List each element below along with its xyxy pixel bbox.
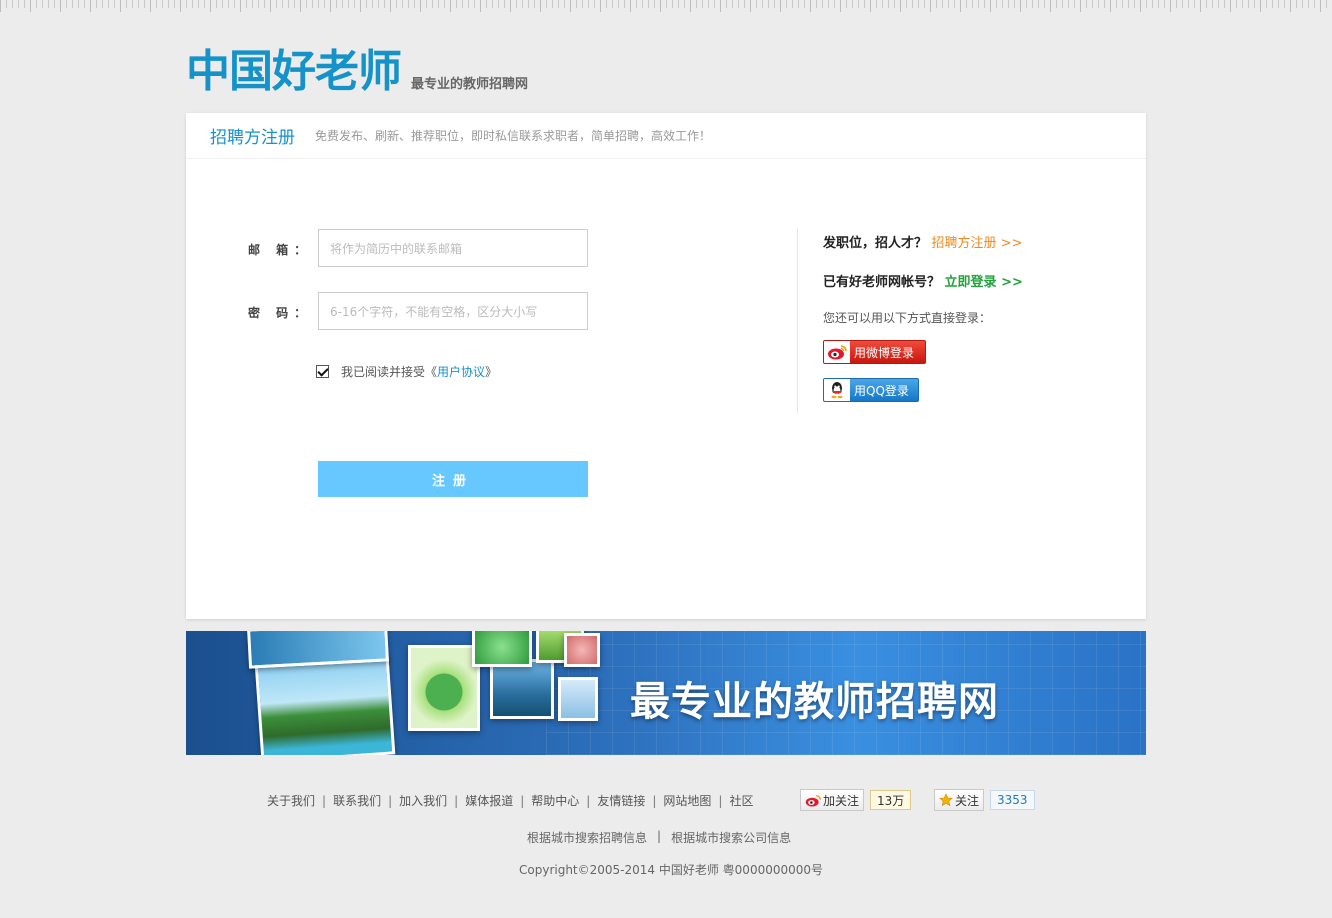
footer-separator: | [652, 793, 657, 808]
weibo-login-label: 用微博登录 [854, 345, 915, 360]
page-subtitle: 免费发布、刷新、推荐职位，即时私信联系求职者，简单招聘，高效工作！ [315, 129, 712, 143]
site-logo[interactable]: 中国好老师 最专业的教师招聘网 [186, 46, 528, 98]
qq-login-label: 用QQ登录 [854, 383, 909, 398]
weibo-follow-icon [805, 794, 821, 806]
employer-register-link[interactable]: 招聘方注册 >> [932, 236, 1023, 251]
banner-photo-lake [490, 659, 554, 719]
footer-separator: | [657, 829, 662, 843]
weibo-follow-count: 13万 [870, 790, 912, 810]
qq-login-button[interactable]: 用QQ登录 [823, 378, 919, 402]
star-icon [939, 793, 953, 807]
has-account-line: 已有好老师网帐号？ 立即登录 >> [823, 271, 1023, 290]
search-jobs-by-city-link[interactable]: 根据城市搜索招聘信息 [527, 829, 647, 846]
top-ruler [0, 0, 1332, 12]
qq-icon [824, 379, 850, 401]
footer-separator: | [586, 793, 591, 808]
banner-photo-earth [408, 645, 480, 731]
footer-link-about[interactable]: 关于我们 [267, 792, 315, 809]
footer-link-friends[interactable]: 友情链接 [597, 792, 645, 809]
footer-link-community[interactable]: 社区 [729, 792, 753, 809]
qq-follow-count: 3353 [990, 790, 1035, 810]
user-agreement-link[interactable]: 用户协议 [437, 363, 485, 380]
footer-separator: | [322, 793, 327, 808]
agree-close: 》 [485, 365, 498, 379]
agree-text: 我已阅读并接受《 [341, 365, 438, 379]
footer-link-sitemap[interactable]: 网站地图 [663, 792, 711, 809]
password-label: 密 码： [248, 306, 313, 320]
banner-photo-sky [558, 677, 598, 721]
post-job-text: 发职位，招人才？ [823, 236, 928, 251]
weibo-login-button[interactable]: 用微博登录 [823, 340, 926, 364]
weibo-follow-label: 加关注 [823, 793, 860, 808]
logo-text[interactable]: 中国好老师 [186, 46, 402, 98]
footer-separator: | [718, 793, 723, 808]
footer-links: 关于我们 | 联系我们 | 加入我们 | 媒体报道 | 帮助中心 | 友情链接 | 网站地图… [267, 792, 753, 809]
weibo-follow-widget: 加关注 13万 [800, 789, 912, 811]
banner-photo-flower [564, 633, 600, 667]
footer-link-contact[interactable]: 联系我们 [333, 792, 381, 809]
footer-separator: | [388, 793, 393, 808]
register-button[interactable]: 注册 [318, 461, 588, 497]
page-title: 招聘方注册 [210, 128, 295, 148]
agree-checkbox[interactable] [316, 365, 329, 378]
email-field[interactable]: 将作为简历中的联系邮箱 [318, 229, 588, 267]
footer-separator: | [454, 793, 459, 808]
email-placeholder: 将作为简历中的联系邮箱 [330, 241, 463, 256]
banner-title: 最专业的教师招聘网 [630, 679, 999, 725]
footer-search-links: 根据城市搜索招聘信息 | 根据城市搜索公司信息 [527, 829, 791, 846]
footer-link-help[interactable]: 帮助中心 [531, 792, 579, 809]
login-now-link[interactable]: 立即登录 >> [945, 275, 1023, 290]
qq-follow-widget: 关注 3353 [934, 789, 1035, 811]
has-account-text: 已有好老师网帐号？ [823, 275, 941, 290]
card-header: 招聘方注册 免费发布、刷新、推荐职位，即时私信联系求职者，简单招聘，高效工作！ [186, 113, 1146, 159]
promo-banner[interactable]: 最专业的教师招聘网 [186, 631, 1146, 755]
footer-link-media[interactable]: 媒体报道 [465, 792, 513, 809]
weibo-icon [824, 341, 850, 363]
footer-link-join[interactable]: 加入我们 [399, 792, 447, 809]
password-field[interactable]: 6-16个字符，不能有空格，区分大小写 [318, 292, 588, 330]
weibo-follow-button[interactable]: 加关注 [800, 789, 865, 811]
email-label: 邮 箱： [248, 243, 313, 257]
post-job-line: 发职位，招人才？ 招聘方注册 >> [823, 232, 1022, 251]
search-companies-by-city-link[interactable]: 根据城市搜索公司信息 [671, 829, 791, 846]
banner-photo-drops [472, 631, 532, 667]
logo-slogan: 最专业的教师招聘网 [411, 77, 529, 92]
agreement-row: 我已阅读并接受《 用户协议 》 [316, 363, 497, 380]
copyright: Copyright©2005-2014 中国好老师 粤0000000000号 [519, 863, 824, 877]
footer-separator: | [520, 793, 525, 808]
alt-login-note: 您还可以用以下方式直接登录： [823, 311, 992, 325]
vertical-divider [797, 229, 798, 413]
qq-follow-label: 关注 [955, 793, 980, 808]
banner-photo-beach [254, 654, 396, 755]
password-placeholder: 6-16个字符，不能有空格，区分大小写 [330, 304, 538, 319]
register-card: 招聘方注册 免费发布、刷新、推荐职位，即时私信联系求职者，简单招聘，高效工作！ … [186, 113, 1146, 619]
qq-follow-button[interactable]: 关注 [934, 789, 985, 811]
